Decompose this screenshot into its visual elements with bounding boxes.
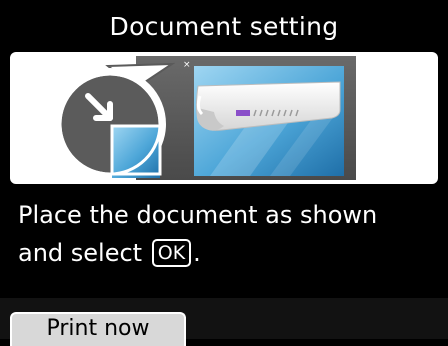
instruction-text: Place the document as shown and select O… <box>18 196 438 272</box>
instruction-line-2: and select OK. <box>18 234 438 272</box>
screen-title: Document setting <box>109 11 339 41</box>
svg-text:×: × <box>183 60 191 70</box>
instruction-line-2-prefix: and select <box>18 239 143 267</box>
instruction-line-2-suffix: . <box>193 239 201 267</box>
title-bar: Document setting <box>0 0 448 52</box>
document-placement-illustration: × <box>54 56 356 180</box>
printer-screen: Document setting × Place the document as… <box>0 0 448 346</box>
instruction-line-1: Place the document as shown <box>18 201 378 229</box>
illustration-panel: × <box>10 52 438 184</box>
ok-key-badge: OK <box>151 239 192 267</box>
print-now-button[interactable]: Print now <box>10 312 186 346</box>
print-now-label: Print now <box>46 316 150 341</box>
